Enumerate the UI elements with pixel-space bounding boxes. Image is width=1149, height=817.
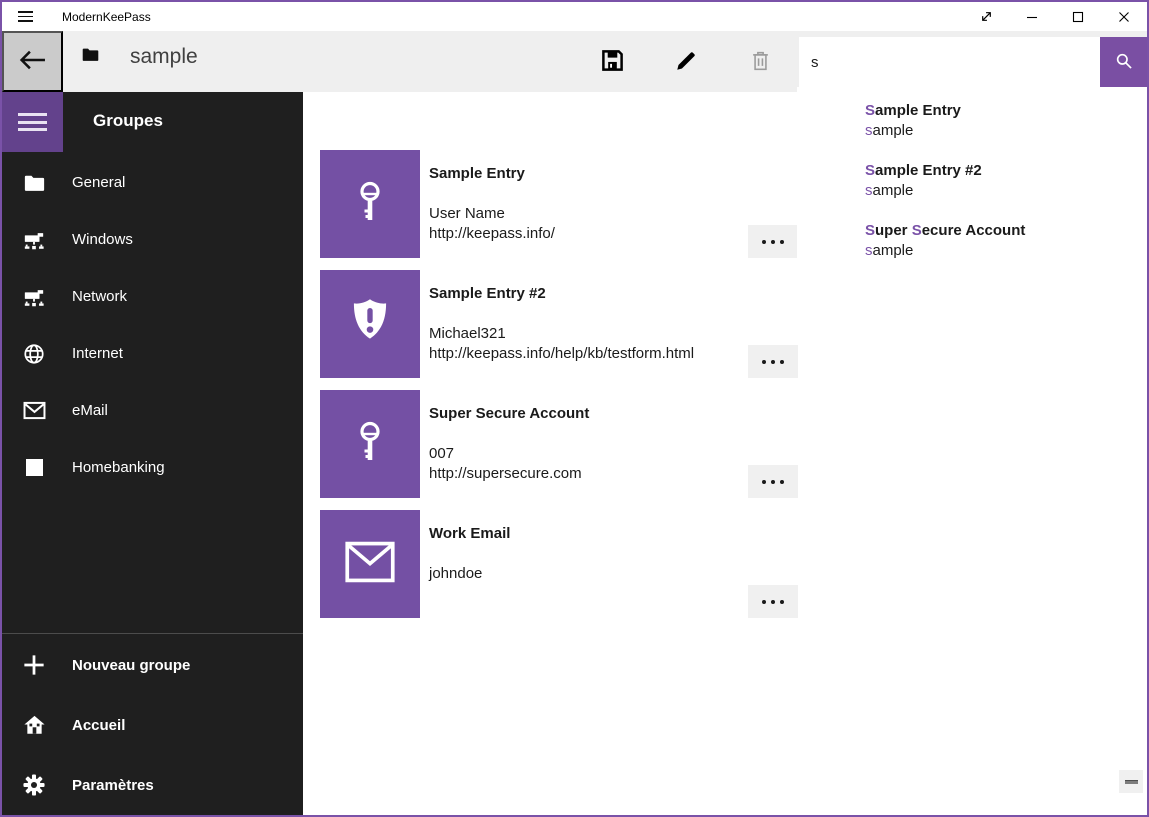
app-title: ModernKeePass bbox=[62, 10, 151, 24]
close-button[interactable] bbox=[1101, 2, 1147, 31]
network-drive-icon bbox=[22, 285, 46, 309]
plus-icon bbox=[22, 653, 46, 677]
entry-row[interactable]: Sample Entry #2 Michael321 http://keepas… bbox=[320, 270, 798, 378]
entry-details: User Name http://keepass.info/ bbox=[429, 204, 555, 244]
envelope-icon bbox=[344, 540, 396, 589]
sidebar-item-windows[interactable]: Windows bbox=[2, 211, 303, 268]
trash-icon bbox=[750, 50, 771, 75]
entry-more-button[interactable] bbox=[748, 585, 798, 618]
titlebar: ModernKeePass bbox=[2, 2, 1147, 31]
shield-exclamation-icon bbox=[342, 294, 398, 355]
entry-url: http://keepass.info/help/kb/testform.htm… bbox=[429, 344, 694, 364]
sidebar-item-homebanking[interactable]: Homebanking bbox=[2, 439, 303, 496]
entry-more-button[interactable] bbox=[748, 225, 798, 258]
window-controls bbox=[963, 2, 1147, 31]
pencil-icon bbox=[675, 50, 697, 75]
search-suggestions: Sample Entry sample Sample Entry #2 samp… bbox=[797, 87, 1147, 299]
entry-row[interactable]: Sample Entry User Name http://keepass.in… bbox=[320, 150, 798, 258]
sidebar-item-network[interactable]: Network bbox=[2, 268, 303, 325]
search-suggestion[interactable]: Super Secure Account sample bbox=[797, 215, 1147, 275]
fullscreen-icon bbox=[980, 10, 993, 23]
entry-username: johndoe bbox=[429, 564, 482, 584]
search-input[interactable] bbox=[799, 37, 1100, 87]
envelope-icon bbox=[22, 399, 46, 423]
hamburger-icon[interactable] bbox=[2, 2, 48, 31]
entry-row[interactable]: Work Email johndoe bbox=[320, 510, 798, 618]
entry-username: User Name bbox=[429, 204, 555, 224]
save-floppy-icon bbox=[601, 49, 624, 75]
sidebar-divider bbox=[2, 633, 303, 634]
sidebar-item-new-group[interactable]: Nouveau groupe bbox=[2, 635, 303, 695]
entry-more-button[interactable] bbox=[748, 465, 798, 498]
folder-icon bbox=[22, 171, 46, 195]
entry-title: Work Email bbox=[429, 525, 510, 542]
network-drive-icon bbox=[22, 228, 46, 252]
entry-tile bbox=[320, 270, 420, 378]
edit-button[interactable] bbox=[662, 37, 710, 87]
sidebar: Groupes General Windows Network bbox=[2, 92, 303, 815]
close-icon bbox=[1118, 11, 1130, 23]
entry-tile bbox=[320, 510, 420, 618]
key-icon bbox=[346, 418, 394, 471]
delete-button[interactable] bbox=[736, 37, 784, 87]
sidebar-item-settings[interactable]: Paramètres bbox=[2, 755, 303, 815]
group-list: General Windows Network Internet bbox=[2, 154, 303, 496]
entry-details: Michael321 http://keepass.info/help/kb/t… bbox=[429, 324, 694, 364]
sidebar-item-email[interactable]: eMail bbox=[2, 382, 303, 439]
sidebar-item-home[interactable]: Accueil bbox=[2, 695, 303, 755]
app-window: ModernKeePass bbox=[0, 0, 1149, 817]
entry-title: Sample Entry bbox=[429, 165, 525, 182]
entry-tile bbox=[320, 150, 420, 258]
entry-details: 007 http://supersecure.com bbox=[429, 444, 582, 484]
search-suggestion[interactable]: Sample Entry #2 sample bbox=[797, 155, 1147, 215]
nav-hamburger-button[interactable] bbox=[2, 92, 63, 152]
entry-row[interactable]: Super Secure Account 007 http://supersec… bbox=[320, 390, 798, 498]
square-icon bbox=[22, 456, 46, 480]
globe-icon bbox=[22, 342, 46, 366]
groups-heading: Groupes bbox=[93, 111, 163, 131]
commandbar-more-button[interactable] bbox=[1119, 770, 1143, 793]
fullscreen-button[interactable] bbox=[963, 2, 1009, 31]
maximize-icon bbox=[1072, 11, 1084, 23]
entry-url: http://keepass.info/ bbox=[429, 224, 555, 244]
sidebar-item-internet[interactable]: Internet bbox=[2, 325, 303, 382]
gear-icon bbox=[22, 773, 46, 797]
entry-more-button[interactable] bbox=[748, 345, 798, 378]
minimize-icon bbox=[1026, 11, 1038, 23]
entry-title: Super Secure Account bbox=[429, 405, 589, 422]
back-button[interactable] bbox=[2, 31, 63, 92]
home-icon bbox=[22, 713, 46, 737]
entry-username: Michael321 bbox=[429, 324, 694, 344]
save-button[interactable] bbox=[588, 37, 636, 87]
commandbar-more-icon bbox=[1125, 780, 1138, 784]
database-folder-icon bbox=[82, 47, 99, 67]
entry-url: http://supersecure.com bbox=[429, 464, 582, 484]
entry-details: johndoe bbox=[429, 564, 482, 584]
key-icon bbox=[346, 178, 394, 231]
magnifier-icon bbox=[1114, 51, 1134, 74]
search-suggestion[interactable]: Sample Entry sample bbox=[797, 95, 1147, 155]
maximize-button[interactable] bbox=[1055, 2, 1101, 31]
minimize-button[interactable] bbox=[1009, 2, 1055, 31]
left-arrow-icon bbox=[19, 48, 46, 75]
sidebar-item-general[interactable]: General bbox=[2, 154, 303, 211]
sidebar-footer: Nouveau groupe Accueil Paramètres bbox=[2, 635, 303, 815]
entry-username: 007 bbox=[429, 444, 582, 464]
appbar: sample bbox=[2, 31, 1147, 92]
database-title: sample bbox=[130, 45, 198, 69]
search-button[interactable] bbox=[1100, 37, 1147, 87]
entry-tile bbox=[320, 390, 420, 498]
entry-title: Sample Entry #2 bbox=[429, 285, 546, 302]
